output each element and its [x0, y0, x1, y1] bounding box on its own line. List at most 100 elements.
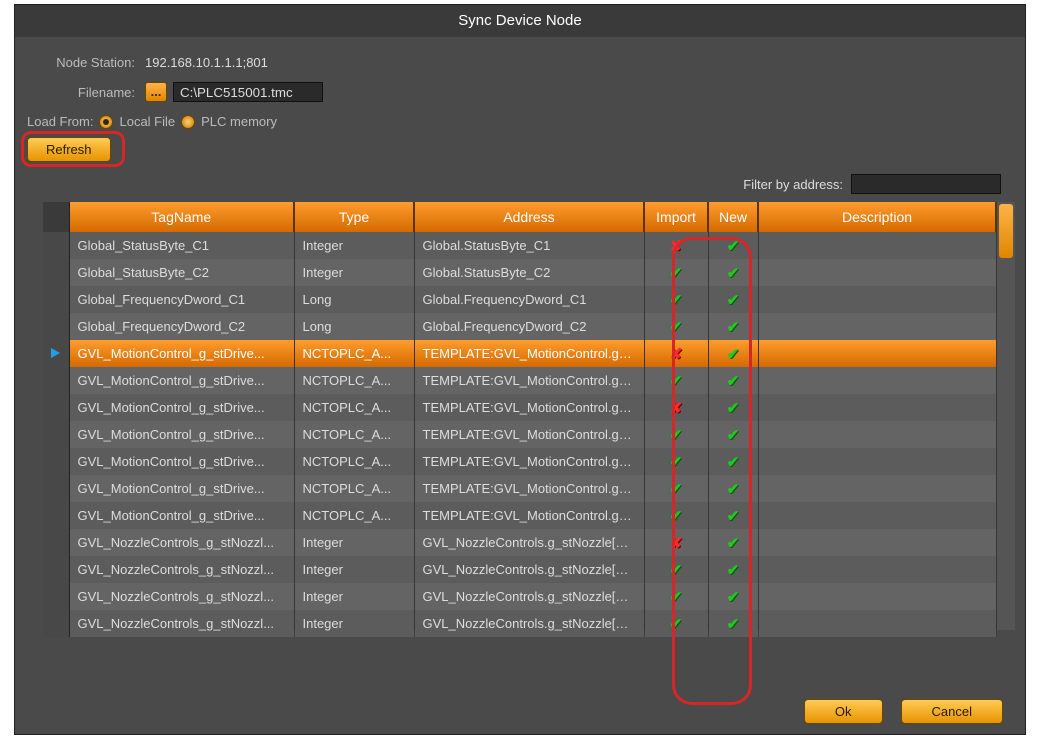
row-gutter: [43, 448, 69, 475]
table-row[interactable]: GVL_MotionControl_g_stDrive...NCTOPLC_A.…: [43, 367, 996, 394]
table-row[interactable]: GVL_NozzleControls_g_stNozzl...IntegerGV…: [43, 610, 996, 637]
row-gutter: [43, 313, 69, 340]
cell-address: Global.FrequencyDword_C2: [414, 313, 644, 340]
cell-new: ✔: [708, 394, 758, 421]
cell-import[interactable]: ✔: [644, 475, 708, 502]
load-from-label: Load From:: [27, 114, 93, 129]
cell-new: ✔: [708, 502, 758, 529]
filename-input[interactable]: [173, 82, 323, 102]
cell-import[interactable]: ✔: [644, 259, 708, 286]
cell-type: NCTOPLC_A...: [294, 367, 414, 394]
cell-tagname: Global_FrequencyDword_C1: [69, 286, 294, 313]
cell-description: [758, 475, 996, 502]
radio-local-file-label: Local File: [119, 114, 175, 129]
row-gutter: [43, 340, 69, 367]
table-row[interactable]: GVL_NozzleControls_g_stNozzl...IntegerGV…: [43, 556, 996, 583]
table-row[interactable]: GVL_MotionControl_g_stDrive...NCTOPLC_A.…: [43, 448, 996, 475]
table-row[interactable]: GVL_MotionControl_g_stDrive...NCTOPLC_A.…: [43, 502, 996, 529]
table-row[interactable]: Global_FrequencyDword_C1LongGlobal.Frequ…: [43, 286, 996, 313]
scrollbar-thumb[interactable]: [999, 204, 1013, 258]
table-row[interactable]: GVL_NozzleControls_g_stNozzl...IntegerGV…: [43, 529, 996, 556]
ok-button[interactable]: Ok: [804, 699, 883, 724]
cell-description: [758, 286, 996, 313]
form-area: Node Station: 192.168.10.1.1.1;801 Filen…: [15, 37, 1025, 170]
cell-tagname: GVL_MotionControl_g_stDrive...: [69, 448, 294, 475]
cell-import[interactable]: ✔: [644, 421, 708, 448]
filename-label: Filename:: [35, 85, 135, 100]
check-icon: ✔: [727, 237, 740, 255]
row-gutter: [43, 556, 69, 583]
col-type[interactable]: Type: [294, 202, 414, 232]
check-icon: ✔: [727, 453, 740, 471]
cell-description: [758, 340, 996, 367]
row-gutter: [43, 394, 69, 421]
cell-address: TEMPLATE:GVL_MotionControl.g_st..: [414, 475, 644, 502]
cell-type: NCTOPLC_A...: [294, 502, 414, 529]
row-gutter: [43, 421, 69, 448]
check-icon: ✔: [727, 534, 740, 552]
cell-import[interactable]: ✘: [644, 394, 708, 421]
col-new[interactable]: New: [708, 202, 758, 232]
cell-import[interactable]: ✔: [644, 583, 708, 610]
table-row[interactable]: Global_FrequencyDword_C2LongGlobal.Frequ…: [43, 313, 996, 340]
cell-import[interactable]: ✘: [644, 340, 708, 367]
cell-import[interactable]: ✔: [644, 286, 708, 313]
cell-import[interactable]: ✘: [644, 232, 708, 259]
cell-import[interactable]: ✔: [644, 556, 708, 583]
cell-tagname: GVL_MotionControl_g_stDrive...: [69, 502, 294, 529]
cell-import[interactable]: ✔: [644, 610, 708, 637]
table-row[interactable]: GVL_MotionControl_g_stDrive...NCTOPLC_A.…: [43, 475, 996, 502]
check-icon: ✔: [670, 372, 683, 390]
sync-device-dialog: Sync Device Node Node Station: 192.168.1…: [14, 4, 1026, 735]
cell-import[interactable]: ✔: [644, 502, 708, 529]
cancel-button[interactable]: Cancel: [901, 699, 1003, 724]
cell-import[interactable]: ✔: [644, 367, 708, 394]
table-row[interactable]: GVL_MotionControl_g_stDrive...NCTOPLC_A.…: [43, 394, 996, 421]
col-tagname[interactable]: TagName: [69, 202, 294, 232]
cell-new: ✔: [708, 286, 758, 313]
cell-description: [758, 367, 996, 394]
check-icon: ✔: [727, 264, 740, 282]
check-icon: ✔: [670, 615, 683, 633]
radio-local-file[interactable]: [99, 115, 113, 129]
cell-tagname: Global_StatusByte_C1: [69, 232, 294, 259]
refresh-button[interactable]: Refresh: [27, 137, 111, 162]
table-row[interactable]: Global_StatusByte_C2IntegerGlobal.Status…: [43, 259, 996, 286]
table-row[interactable]: Global_StatusByte_C1IntegerGlobal.Status…: [43, 232, 996, 259]
tag-grid: TagName Type Address Import New Descript…: [43, 202, 1015, 630]
check-icon: ✔: [727, 399, 740, 417]
cell-import[interactable]: ✔: [644, 448, 708, 475]
col-description[interactable]: Description: [758, 202, 996, 232]
cell-address: TEMPLATE:GVL_MotionControl.g_st..: [414, 502, 644, 529]
cell-type: Long: [294, 313, 414, 340]
cell-address: Global.StatusByte_C2: [414, 259, 644, 286]
cell-import[interactable]: ✔: [644, 313, 708, 340]
filter-input[interactable]: [851, 174, 1001, 194]
cell-type: NCTOPLC_A...: [294, 448, 414, 475]
table-row[interactable]: GVL_MotionControl_g_stDrive...NCTOPLC_A.…: [43, 340, 996, 367]
col-address[interactable]: Address: [414, 202, 644, 232]
browse-file-button[interactable]: ...: [145, 82, 167, 102]
cell-type: Long: [294, 286, 414, 313]
cell-type: Integer: [294, 259, 414, 286]
cell-type: NCTOPLC_A...: [294, 394, 414, 421]
cell-type: Integer: [294, 556, 414, 583]
row-gutter: [43, 475, 69, 502]
cell-description: [758, 232, 996, 259]
cell-type: NCTOPLC_A...: [294, 475, 414, 502]
cell-tagname: GVL_MotionControl_g_stDrive...: [69, 475, 294, 502]
radio-plc-memory[interactable]: [181, 115, 195, 129]
grid-scrollbar[interactable]: [997, 202, 1015, 630]
cell-tagname: GVL_NozzleControls_g_stNozzl...: [69, 529, 294, 556]
col-import[interactable]: Import: [644, 202, 708, 232]
row-gutter: [43, 232, 69, 259]
cell-address: GVL_NozzleControls.g_stNozzle[3].l..: [414, 610, 644, 637]
cell-import[interactable]: ✘: [644, 529, 708, 556]
check-icon: ✔: [670, 264, 683, 282]
table-row[interactable]: GVL_MotionControl_g_stDrive...NCTOPLC_A.…: [43, 421, 996, 448]
cell-type: Integer: [294, 610, 414, 637]
check-icon: ✔: [727, 588, 740, 606]
radio-plc-memory-label: PLC memory: [201, 114, 277, 129]
row-gutter: [43, 502, 69, 529]
table-row[interactable]: GVL_NozzleControls_g_stNozzl...IntegerGV…: [43, 583, 996, 610]
